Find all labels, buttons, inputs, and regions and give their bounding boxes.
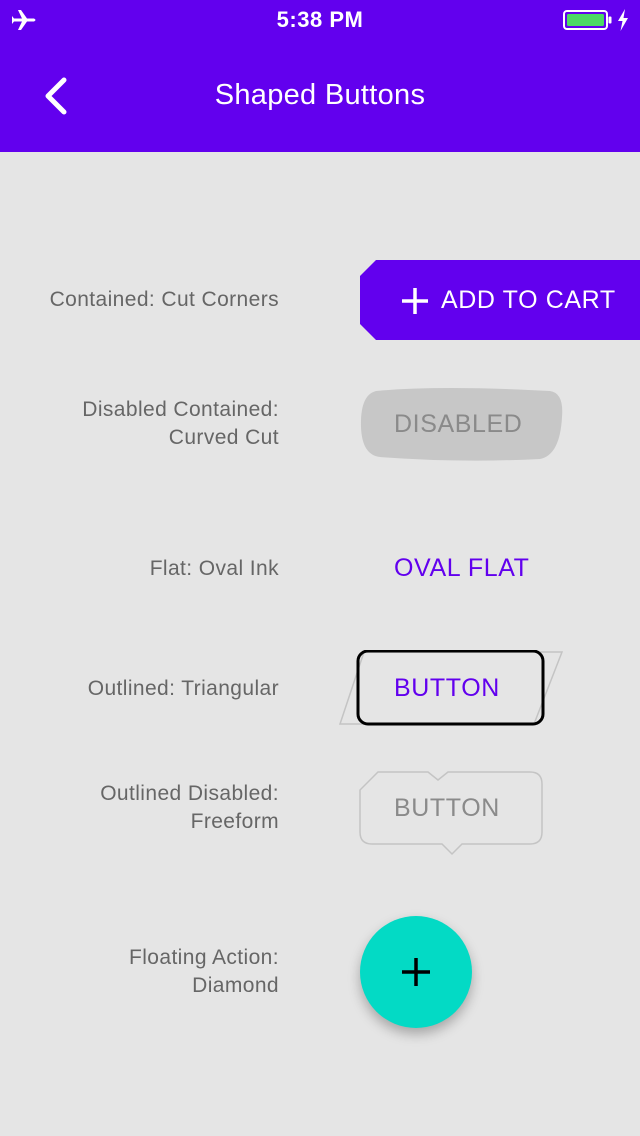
contained-cut-label: Contained: Cut Corners: [49, 288, 279, 311]
charging-bolt-icon: [618, 9, 628, 31]
outlined-disabled-label: Outlined Disabled: Freeform: [100, 782, 279, 833]
page-title: Shaped Buttons: [214, 79, 426, 111]
status-time: 5:38 PM: [276, 7, 364, 32]
status-bar: 5:38 PM: [0, 0, 640, 40]
app-bar: 5:38 PM Shaped Buttons: [0, 0, 640, 152]
floating-action-label: Floating Action: Diamond: [129, 946, 279, 997]
battery-icon: [563, 10, 612, 30]
plus-icon: [402, 288, 428, 314]
oval-flat-button[interactable]: OVAL FLAT: [394, 554, 530, 583]
add-to-cart-label: ADD TO CART: [441, 286, 616, 314]
triangular-button-label: BUTTON: [394, 674, 500, 702]
plus-icon: [402, 958, 430, 986]
flat-oval-label: Flat: Oval Ink: [149, 557, 279, 580]
disabled-contained-label: Disabled Contained: Curved Cut: [82, 398, 279, 449]
floating-action-button[interactable]: [360, 916, 472, 1028]
freeform-button-label: BUTTON: [394, 794, 500, 822]
disabled-button-label: DISABLED: [394, 410, 523, 438]
outlined-triangular-label: Outlined: Triangular: [87, 677, 279, 700]
